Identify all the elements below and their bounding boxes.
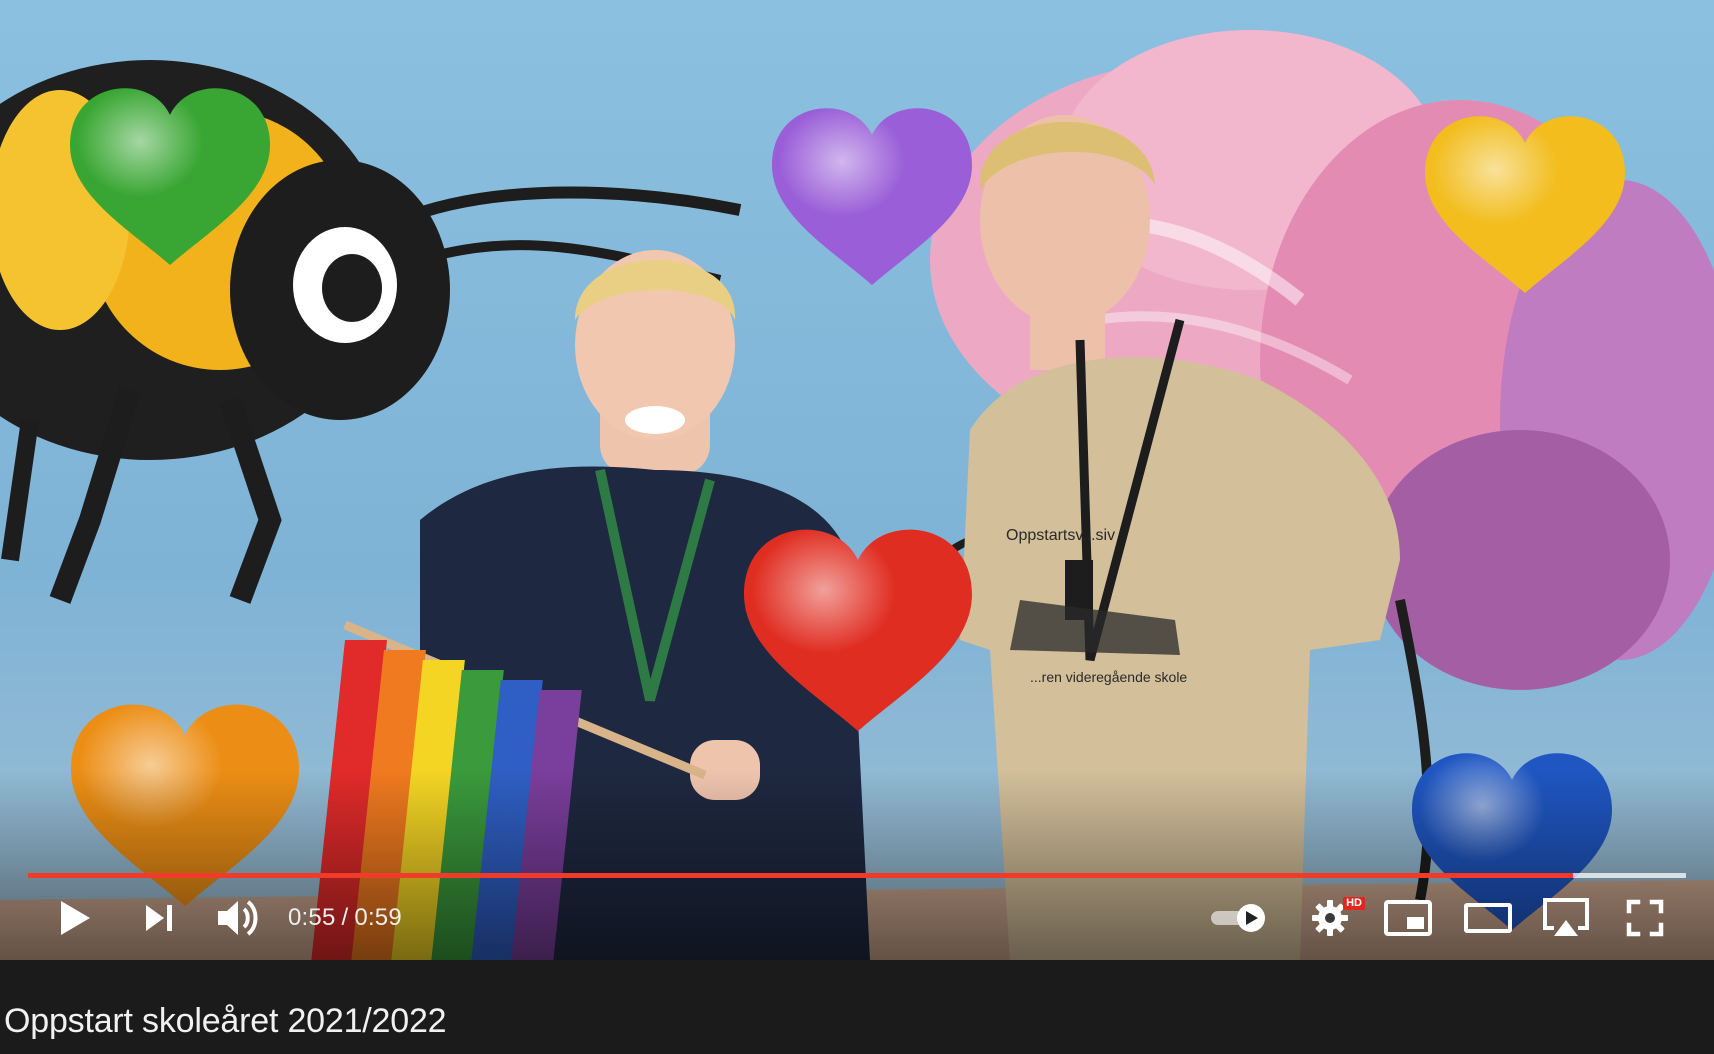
volume-icon [218,900,258,936]
autoplay-toggle-icon [1211,904,1265,932]
miniplayer-icon [1384,900,1432,936]
volume-button[interactable] [210,893,266,943]
video-frame: Oppstartsv...siv ...ren videregående sko… [0,0,1714,960]
shirt-print-top: Oppstartsv...siv [1006,527,1115,544]
fullscreen-button[interactable] [1620,893,1670,943]
next-button[interactable] [134,893,184,943]
theater-mode-icon [1464,903,1512,933]
hd-badge: HD [1343,897,1365,910]
time-separator: / [341,904,349,931]
progress-bar[interactable] [28,873,1686,878]
time-current: 0:55 [288,904,336,931]
video-player[interactable]: Oppstartsv...siv ...ren videregående sko… [0,0,1714,960]
time-duration: 0:59 [354,904,402,931]
miniplayer-button[interactable] [1380,893,1436,943]
skip-next-icon [146,905,172,931]
fullscreen-icon [1626,899,1664,937]
play-icon [61,901,90,935]
autoplay-toggle[interactable] [1208,893,1272,943]
video-title: Oppstart skoleåret 2021/2022 [4,1002,447,1040]
youtube-page: Oppstartsv...siv ...ren videregående sko… [0,0,1714,1054]
progress-played [28,873,1574,878]
airplay-icon [1543,898,1589,936]
airplay-button[interactable] [1538,893,1594,943]
time-display: 0:55 / 0:59 [288,900,402,936]
play-button[interactable] [50,893,100,943]
shirt-print-bottom: ...ren videregående skole [1030,669,1187,685]
settings-button[interactable]: HD [1305,893,1365,943]
theater-mode-button[interactable] [1460,893,1516,943]
